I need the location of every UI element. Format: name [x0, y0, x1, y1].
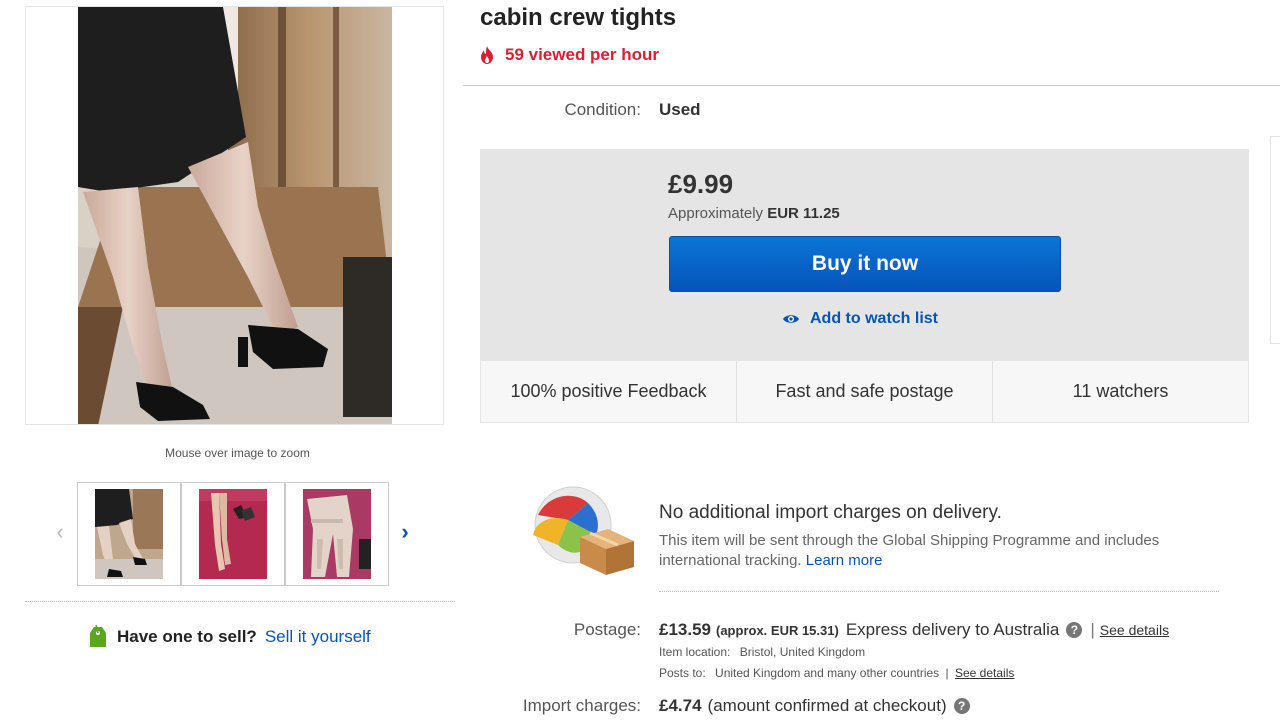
item-location: Item location: Bristol, United Kingdom: [659, 645, 865, 659]
title-divider: [463, 85, 1280, 86]
gsp-text: This item will be sent through the Globa…: [659, 532, 1160, 569]
posts-to-value: United Kingdom and many other countries: [715, 666, 940, 680]
posts-to-label: Posts to:: [659, 666, 706, 680]
price: £9.99: [668, 169, 734, 199]
views-text: 59 viewed per hour: [505, 45, 659, 64]
global-shipping-icon: [533, 486, 634, 575]
learn-more-link[interactable]: Learn more: [806, 552, 883, 569]
sell-question: Have one to sell?: [117, 627, 257, 646]
help-icon[interactable]: ?: [953, 698, 970, 714]
item-location-value: Bristol, United Kingdom: [739, 645, 866, 659]
condition-label: Condition:: [564, 100, 641, 119]
import-charges-line: £4.74 (amount confirmed at checkout) ?: [659, 696, 970, 716]
watchers-cell: 11 watchers: [1072, 381, 1169, 401]
thumbnail-1-image: [95, 489, 163, 579]
thumbnail-3-image: [303, 489, 371, 579]
views-indicator: 59 viewed per hour: [479, 45, 659, 65]
trust-bar: 100% positive Feedback Fast and safe pos…: [480, 360, 1249, 423]
thumbnail-3[interactable]: [285, 482, 389, 586]
postage-cell: Fast and safe postage: [737, 361, 993, 422]
approx-price: Approximately EUR 11.25: [668, 205, 840, 222]
posts-to-see-details-link[interactable]: See details: [955, 666, 1014, 680]
postage-label: Postage:: [573, 620, 641, 639]
approx-value: EUR 11.25: [767, 205, 840, 222]
price-tag-icon: [90, 625, 106, 647]
import-note: (amount confirmed at checkout): [707, 696, 947, 715]
postage-see-details-link[interactable]: See details: [1100, 622, 1169, 638]
import-charges-label: Import charges:: [522, 696, 641, 715]
thumbnail-2-image: [199, 489, 267, 579]
postage-approx: (approx. EUR 15.31): [716, 622, 839, 638]
thumbnail-2[interactable]: [181, 482, 285, 586]
buy-it-now-button[interactable]: Buy it now: [669, 236, 1061, 292]
shipping-divider: [659, 591, 1219, 592]
main-product-image[interactable]: [78, 7, 392, 424]
gsp-description: This item will be sent through the Globa…: [659, 531, 1229, 571]
main-image-frame[interactable]: [25, 6, 444, 425]
approx-prefix: Approximately: [668, 205, 764, 222]
chevron-left-icon[interactable]: ‹: [50, 519, 70, 545]
separator: |: [945, 666, 949, 680]
help-icon[interactable]: ?: [1066, 622, 1083, 638]
thumbnail-1[interactable]: [77, 482, 181, 586]
condition-value: Used: [659, 100, 701, 119]
main-photo-art: [78, 7, 392, 424]
posts-to: Posts to: United Kingdom and many other …: [659, 666, 1014, 680]
gsp-heading: No additional import charges on delivery…: [659, 502, 1002, 523]
feedback-cell: 100% positive Feedback: [481, 361, 737, 422]
postage-cost: £13.59: [659, 620, 711, 639]
fire-icon: [481, 46, 493, 64]
postage-line: £13.59 (approx. EUR 15.31) Express deliv…: [659, 620, 1169, 640]
separator: |: [1090, 620, 1095, 639]
sell-promo: Have one to sell? Sell it yourself: [88, 624, 371, 650]
import-cost: £4.74: [659, 696, 702, 715]
item-title: cabin crew tights: [480, 4, 677, 31]
left-divider: [25, 601, 455, 602]
sell-it-yourself-link[interactable]: Sell it yourself: [265, 627, 371, 647]
watch-link-label: Add to watch list: [810, 310, 938, 327]
add-to-watch-list-link[interactable]: Add to watch list: [782, 310, 938, 328]
item-location-label: Item location:: [659, 645, 731, 659]
chevron-right-icon[interactable]: ›: [395, 519, 415, 545]
buy-box: £9.99 Approximately EUR 11.25 Buy it now…: [480, 149, 1249, 360]
eye-icon: [783, 315, 799, 323]
zoom-hint: Mouse over image to zoom: [165, 446, 310, 460]
side-panel-edge: [1270, 136, 1280, 344]
postage-method: Express delivery to Australia: [845, 620, 1060, 639]
